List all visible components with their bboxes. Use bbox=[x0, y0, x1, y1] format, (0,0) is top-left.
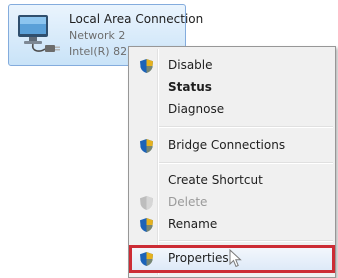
uac-shield-icon bbox=[140, 139, 153, 153]
context-menu: Disable Status Diagnose Bridge Connectio… bbox=[128, 46, 336, 278]
menu-item-rename[interactable]: Rename bbox=[131, 214, 333, 236]
menu-item-bridge-connections[interactable]: Bridge Connections bbox=[131, 135, 333, 157]
menu-item-status[interactable]: Status bbox=[131, 77, 333, 99]
menu-item-diagnose[interactable]: Diagnose bbox=[131, 99, 333, 121]
adapter-network: Network 2 bbox=[69, 29, 126, 42]
menu-separator bbox=[159, 162, 333, 164]
uac-shield-icon bbox=[140, 196, 153, 210]
menu-separator bbox=[159, 126, 333, 128]
uac-shield-icon bbox=[140, 59, 153, 73]
menu-item-label: Delete bbox=[168, 195, 208, 209]
menu-item-delete: Delete bbox=[131, 192, 333, 214]
menu-item-disable[interactable]: Disable bbox=[131, 55, 333, 77]
menu-item-label: Bridge Connections bbox=[168, 138, 286, 152]
uac-shield-icon bbox=[140, 252, 153, 266]
menu-item-label: Properties bbox=[168, 251, 229, 265]
menu-separator bbox=[159, 240, 333, 242]
menu-item-label: Create Shortcut bbox=[168, 173, 263, 187]
menu-item-label: Disable bbox=[168, 58, 213, 72]
uac-shield-icon bbox=[140, 218, 153, 232]
menu-item-label: Status bbox=[168, 80, 212, 94]
menu-item-create-shortcut[interactable]: Create Shortcut bbox=[131, 170, 333, 192]
adapter-name: Local Area Connection bbox=[69, 12, 204, 26]
menu-item-properties[interactable]: Properties bbox=[129, 245, 335, 273]
mouse-pointer-icon bbox=[229, 249, 242, 268]
menu-item-label: Diagnose bbox=[168, 102, 225, 116]
adapter-device: Intel(R) 82 bbox=[69, 45, 128, 58]
menu-item-label: Rename bbox=[168, 217, 218, 231]
network-adapter-icon bbox=[18, 15, 60, 52]
